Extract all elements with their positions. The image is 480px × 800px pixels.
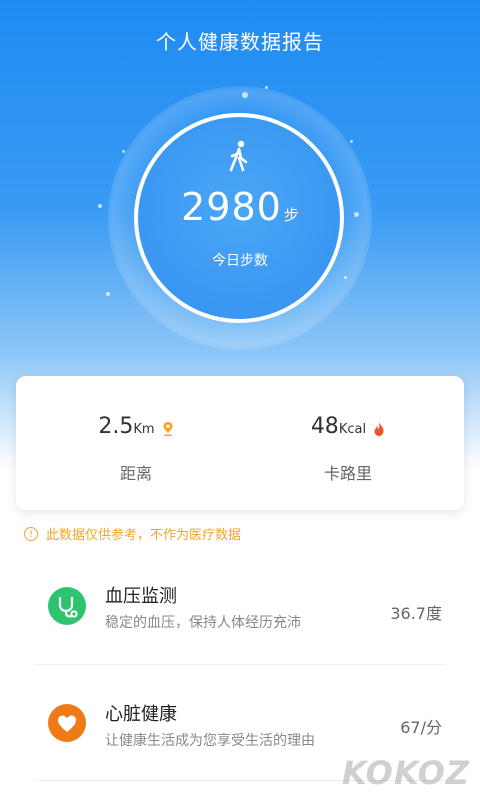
item-value: 36.7度 — [390, 604, 442, 623]
flame-icon — [374, 421, 384, 436]
item-title: 心脏健康 — [105, 704, 177, 725]
calories-label: 卡路里 — [323, 464, 372, 483]
watermark-logo: KOKOZ — [341, 754, 470, 792]
heart-icon — [48, 704, 86, 742]
item-description: 让健康生活成为您享受生活的理由 — [105, 733, 315, 749]
location-pin-icon — [163, 421, 173, 436]
item-value: 67/分 — [400, 718, 442, 737]
item-description: 稳定的血压，保持人体经历充沛 — [105, 615, 301, 631]
steps-label: 今日步数 — [212, 253, 268, 269]
decor-dot — [350, 140, 353, 143]
distance-value: 2.5 — [98, 414, 134, 439]
steps-value: 2980 — [181, 185, 282, 229]
distance-stat: 2.5Km — [36, 414, 236, 439]
divider — [34, 664, 446, 665]
calories-value: 48 — [310, 414, 339, 439]
calories-stat: 48Kcal — [248, 414, 448, 439]
steps-unit: 步 — [283, 206, 299, 224]
walking-icon — [229, 140, 248, 172]
calories-unit: Kcal — [338, 422, 367, 437]
stethoscope-icon — [48, 587, 86, 625]
summary-card: 2.5Km 距离 48Kcal 卡路里 — [16, 376, 464, 510]
distance-unit: Km — [133, 422, 155, 437]
warning-icon: ! — [24, 526, 38, 541]
page-title: 个人健康数据报告 — [156, 30, 324, 54]
steps-count: 2980 步 — [0, 185, 480, 229]
decor-dot — [106, 292, 110, 296]
disclaimer-text: 此数据仅供参考，不作为医疗数据 — [46, 528, 242, 543]
item-title: 血压监测 — [105, 586, 177, 607]
list-item-blood-pressure[interactable]: 血压监测 稳定的血压，保持人体经历充沛 36.7度 — [0, 560, 480, 656]
disclaimer-notice: ! 此数据仅供参考，不作为医疗数据 — [24, 524, 241, 543]
distance-label: 距离 — [119, 464, 152, 483]
